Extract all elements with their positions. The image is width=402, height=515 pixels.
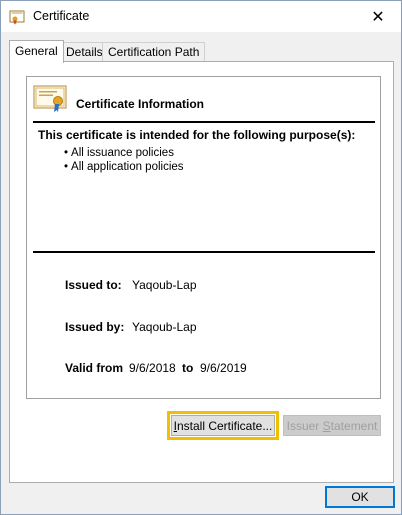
certificate-info-box: Certificate Information This certificate…: [26, 76, 381, 399]
issuer-label-pre: Issuer: [286, 418, 320, 433]
purpose-list: All issuance policies All application po…: [64, 146, 184, 174]
close-icon: ✕: [371, 8, 385, 26]
valid-from-value: 9/6/2018: [129, 361, 176, 375]
issued-to-value: Yaqoub-Lap: [132, 278, 197, 292]
certificate-window: Certificate ✕ General Details Certificat…: [0, 0, 402, 515]
tab-general[interactable]: General: [9, 40, 64, 63]
issuer-statement-button[interactable]: Issuer Statement: [283, 415, 381, 436]
install-certificate-button[interactable]: Install Certificate...: [167, 411, 279, 440]
install-label: nstall Certificate...: [176, 418, 273, 433]
certificate-icon: [33, 85, 67, 113]
issued-to-label: Issued to:: [65, 278, 122, 292]
general-tab-panel: Certificate Information This certificate…: [9, 61, 394, 483]
tab-certification-path[interactable]: Certification Path: [102, 42, 206, 62]
purpose-heading: This certificate is intended for the fol…: [38, 128, 356, 142]
valid-to-value: 9/6/2019: [200, 361, 247, 375]
title-bar[interactable]: Certificate ✕: [1, 1, 401, 32]
info-title: Certificate Information: [76, 97, 205, 111]
issued-by-label: Issued by:: [65, 320, 125, 334]
certificate-icon: [9, 10, 25, 25]
valid-from-label: Valid from: [65, 361, 124, 375]
window-title: Certificate: [33, 9, 90, 23]
issuer-label-rest: tatement: [330, 418, 378, 433]
ok-button[interactable]: OK: [325, 486, 395, 508]
valid-to-label: to: [182, 361, 194, 375]
purpose-item: All issuance policies: [64, 146, 184, 160]
issuer-mnemonic: S: [322, 418, 331, 433]
issued-by-value: Yaqoub-Lap: [132, 320, 197, 334]
top-divider: [33, 121, 375, 123]
middle-divider: [33, 251, 375, 253]
purpose-item: All application policies: [64, 160, 184, 174]
close-button[interactable]: ✕: [355, 1, 401, 32]
